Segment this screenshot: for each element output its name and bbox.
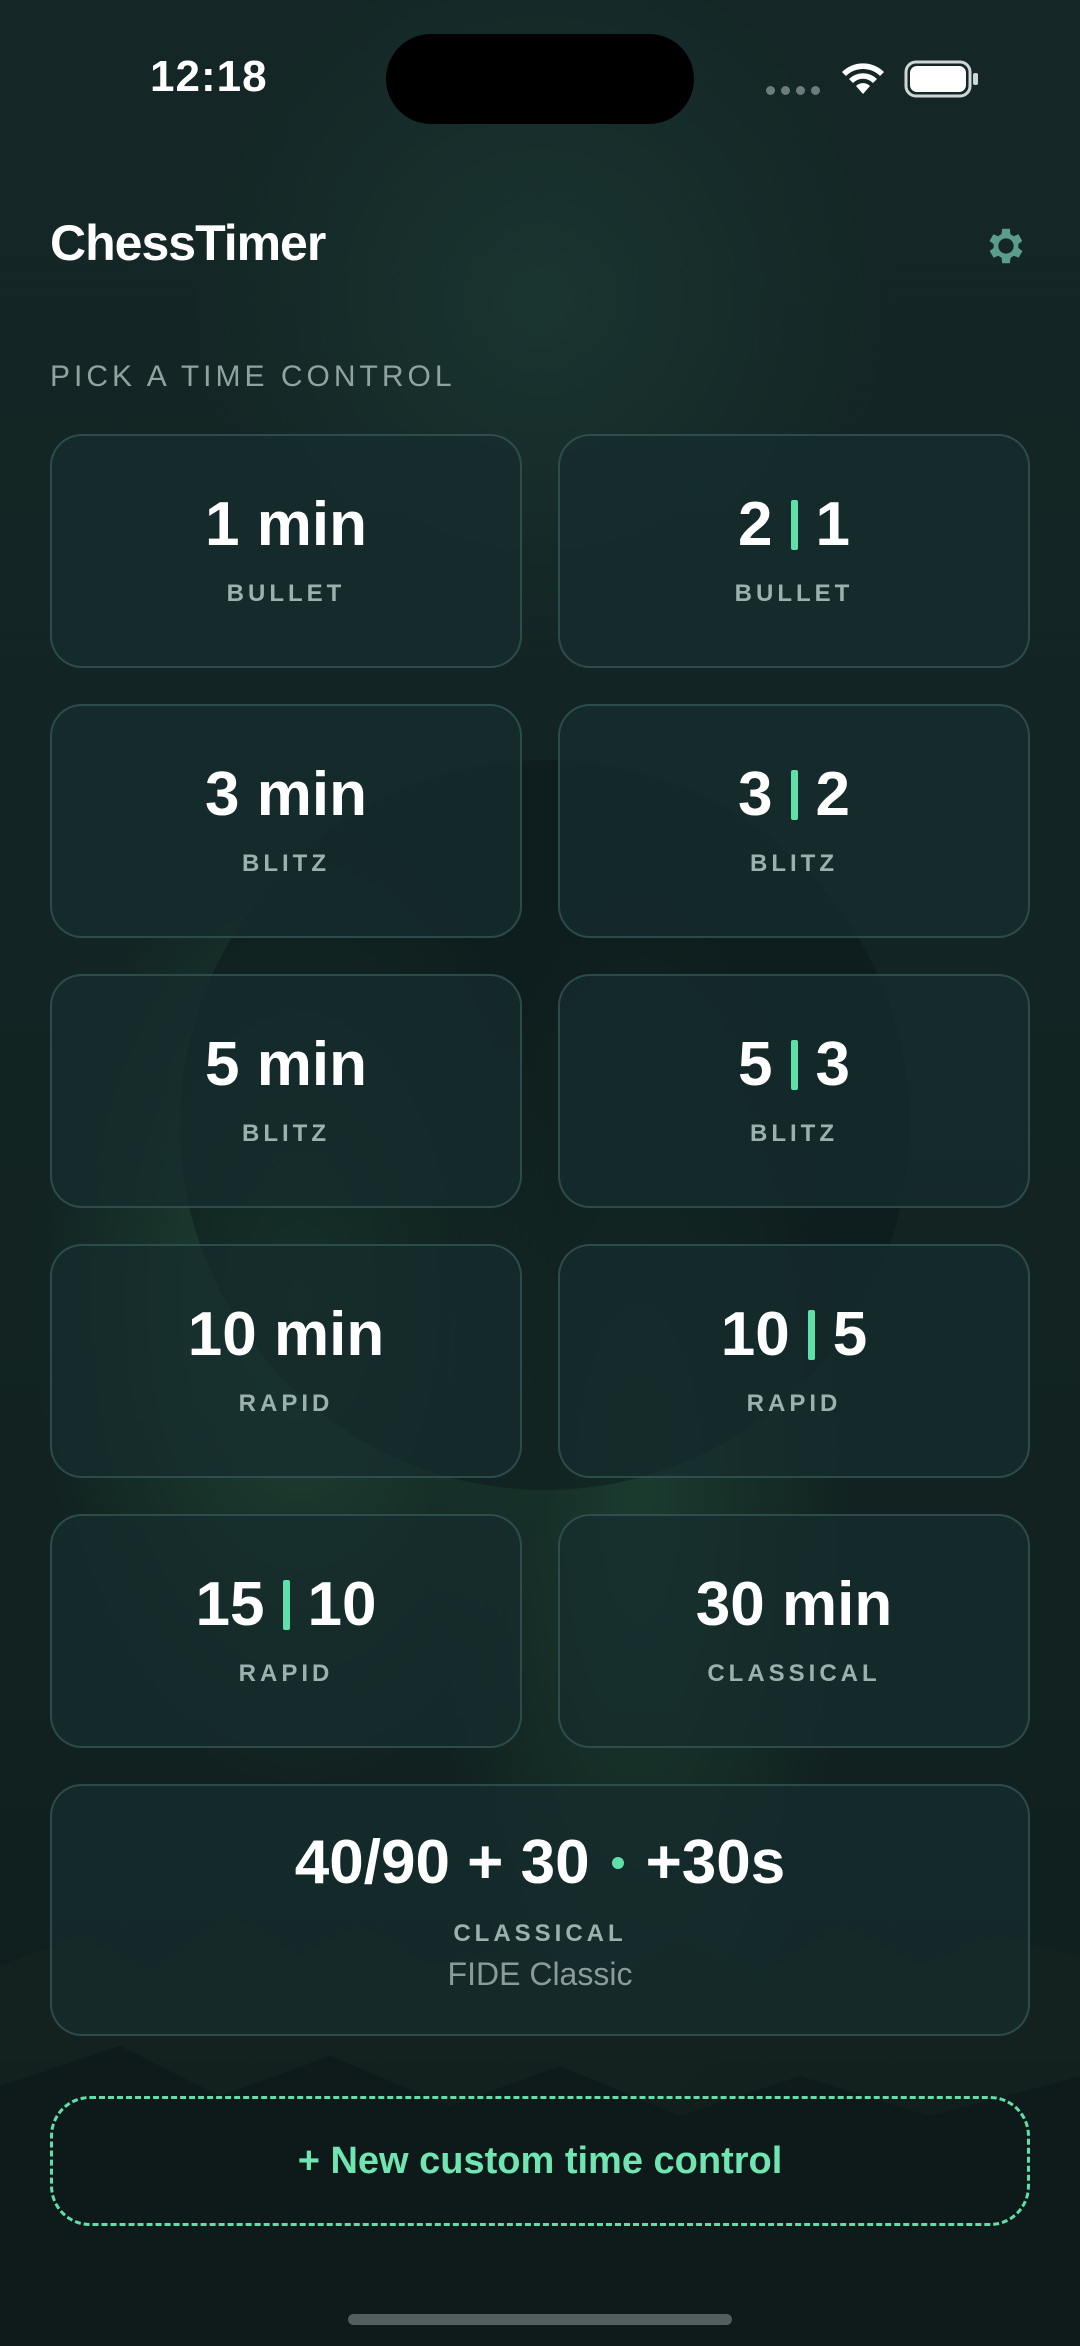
new-custom-time-control-button[interactable]: + New custom time control [50, 2096, 1030, 2226]
preset-category: BULLET [226, 580, 346, 607]
battery-icon [904, 60, 978, 98]
preset-time: 10 min [187, 1300, 385, 1369]
increment-seconds: 3 [815, 1030, 850, 1099]
preset-card-2-1[interactable]: 2 1 BULLET [558, 434, 1030, 668]
preset-time: 2 1 [738, 494, 850, 556]
preset-category: BLITZ [750, 850, 838, 877]
app-header: ChessTimer [50, 210, 1030, 280]
preset-time: 1 min [205, 490, 367, 559]
increment-separator [807, 1310, 815, 1360]
preset-card-10-5[interactable]: 10 5 RAPID [558, 1244, 1030, 1478]
preset-name: FIDE Classic [447, 1956, 633, 1992]
preset-card-3-min[interactable]: 3 min BLITZ [50, 704, 522, 938]
preset-time: 3 min [205, 760, 367, 829]
time-control-grid: 1 min BULLET 2 1 BULLET 3 min BLITZ 3 2 … [50, 434, 1030, 1748]
preset-category: RAPID [746, 1390, 842, 1417]
increment-separator [790, 500, 798, 550]
preset-card-10-min[interactable]: 10 min RAPID [50, 1244, 522, 1478]
increment-seconds: 2 [815, 760, 850, 829]
preset-category: BLITZ [242, 1120, 330, 1147]
base-minutes: 2 [738, 490, 773, 559]
preset-card-fide-classic[interactable]: 40/90 + 30 +30s CLASSICAL FIDE Classic [50, 1784, 1030, 2036]
preset-card-15-10[interactable]: 15 10 RAPID [50, 1514, 522, 1748]
preset-time: 3 2 [738, 764, 850, 826]
gear-icon [989, 228, 1023, 264]
preset-category: BULLET [734, 580, 854, 607]
app-title: ChessTimer [50, 215, 326, 271]
increment-separator [282, 1580, 290, 1630]
preset-card-5-3[interactable]: 5 3 BLITZ [558, 974, 1030, 1208]
home-indicator[interactable] [348, 2314, 732, 2325]
preset-category: BLITZ [750, 1120, 838, 1147]
dynamic-island [386, 34, 694, 124]
dot-separator [611, 1856, 624, 1869]
base-minutes: 5 [738, 1030, 773, 1099]
preset-card-5-min[interactable]: 5 min BLITZ [50, 974, 522, 1208]
preset-time: 5 3 [738, 1034, 850, 1096]
cellular-signal-icon [766, 86, 820, 95]
increment-seconds: 10 [307, 1570, 377, 1639]
preset-category: BLITZ [242, 850, 330, 877]
status-bar: 12:18 [0, 0, 1080, 150]
preset-time: 15 10 [196, 1574, 377, 1636]
preset-time: 30 min [695, 1570, 893, 1639]
increment-seconds: 5 [832, 1300, 868, 1369]
preset-card-1-min[interactable]: 1 min BULLET [50, 434, 522, 668]
preset-category: CLASSICAL [707, 1660, 881, 1687]
preset-time: 40/90 + 30 +30s [295, 1827, 785, 1898]
app-screen: 12:18 ChessTimer PICK A TIME CONTROL 1 m… [0, 0, 1080, 2346]
increment-seconds: 1 [815, 490, 850, 559]
increment-value: +30s [645, 1828, 786, 1897]
wifi-icon [842, 63, 884, 94]
increment-separator [790, 770, 798, 820]
base-minutes: 10 [720, 1300, 790, 1369]
preset-category: RAPID [238, 1390, 334, 1417]
preset-category: CLASSICAL [453, 1920, 627, 1947]
preset-time: 5 min [205, 1030, 367, 1099]
settings-button[interactable] [980, 220, 1032, 272]
increment-separator [790, 1040, 798, 1090]
base-minutes: 3 [738, 760, 773, 829]
preset-card-3-2[interactable]: 3 2 BLITZ [558, 704, 1030, 938]
section-label: PICK A TIME CONTROL [50, 360, 456, 393]
status-time: 12:18 [150, 52, 268, 101]
preset-card-30-min[interactable]: 30 min CLASSICAL [558, 1514, 1030, 1748]
preset-category: RAPID [238, 1660, 334, 1687]
preset-time: 10 5 [721, 1304, 867, 1366]
base-minutes: 15 [195, 1570, 265, 1639]
time-control-main: 40/90 + 30 [294, 1828, 590, 1897]
